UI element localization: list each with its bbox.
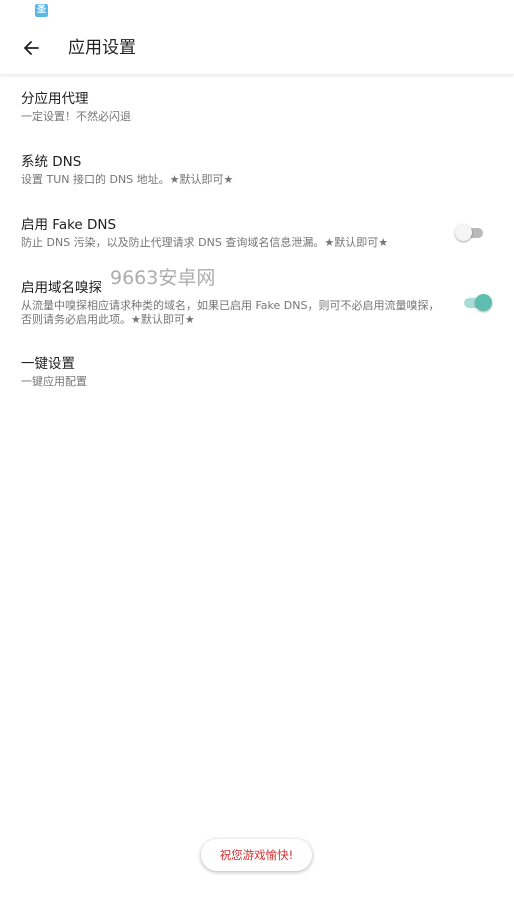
fake-dns-switch[interactable] (455, 222, 485, 244)
arrow-left-icon (24, 41, 39, 55)
toast-message: 祝您游戏愉快! (201, 839, 312, 871)
switch-thumb (455, 224, 472, 241)
pref-summary: 设置 TUN 接口的 DNS 地址。★默认即可★ (21, 173, 234, 186)
pref-fake-dns[interactable]: 启用 Fake DNS 防止 DNS 污染，以及防止代理请求 DNS 查询域名信… (0, 206, 514, 266)
pref-one-click-setup[interactable]: 一键设置 一键应用配置 (0, 345, 514, 405)
switch-thumb (475, 294, 492, 311)
pref-title: 启用 Fake DNS (21, 217, 117, 233)
pref-summary: 防止 DNS 污染，以及防止代理请求 DNS 查询域名信息泄漏。★默认即可★ (21, 236, 389, 249)
status-bar: 圣 (0, 0, 514, 22)
pref-system-dns[interactable]: 系统 DNS 设置 TUN 接口的 DNS 地址。★默认即可★ (0, 143, 514, 203)
pref-summary: 一定设置！不然必闪退 (21, 110, 131, 123)
pref-summary: 从流量中嗅探相应请求种类的域名，如果已启用 Fake DNS，则可不必启用流量嗅… (21, 299, 440, 326)
pref-summary: 一键应用配置 (21, 375, 87, 388)
pref-domain-sniffing[interactable]: 启用域名嗅探 从流量中嗅探相应请求种类的域名，如果已启用 Fake DNS，则可… (0, 269, 514, 339)
pref-title: 系统 DNS (21, 154, 82, 170)
app-bar: 应用设置 (0, 22, 514, 75)
pref-per-app-proxy[interactable]: 分应用代理 一定设置！不然必闪退 (0, 80, 514, 140)
pref-title: 启用域名嗅探 (21, 280, 102, 296)
pref-title: 分应用代理 (21, 91, 89, 107)
pref-title: 一键设置 (21, 356, 75, 372)
app-notification-icon: 圣 (35, 4, 48, 17)
watermark: 9663安卓网 (110, 267, 216, 289)
domain-sniffing-switch[interactable] (462, 292, 492, 314)
page-title: 应用设置 (68, 38, 136, 58)
back-button[interactable] (14, 30, 50, 66)
settings-screen: 圣 应用设置 分应用代理 一定设置！不然必闪退 系统 DNS 设置 TUN 接口… (0, 0, 514, 914)
